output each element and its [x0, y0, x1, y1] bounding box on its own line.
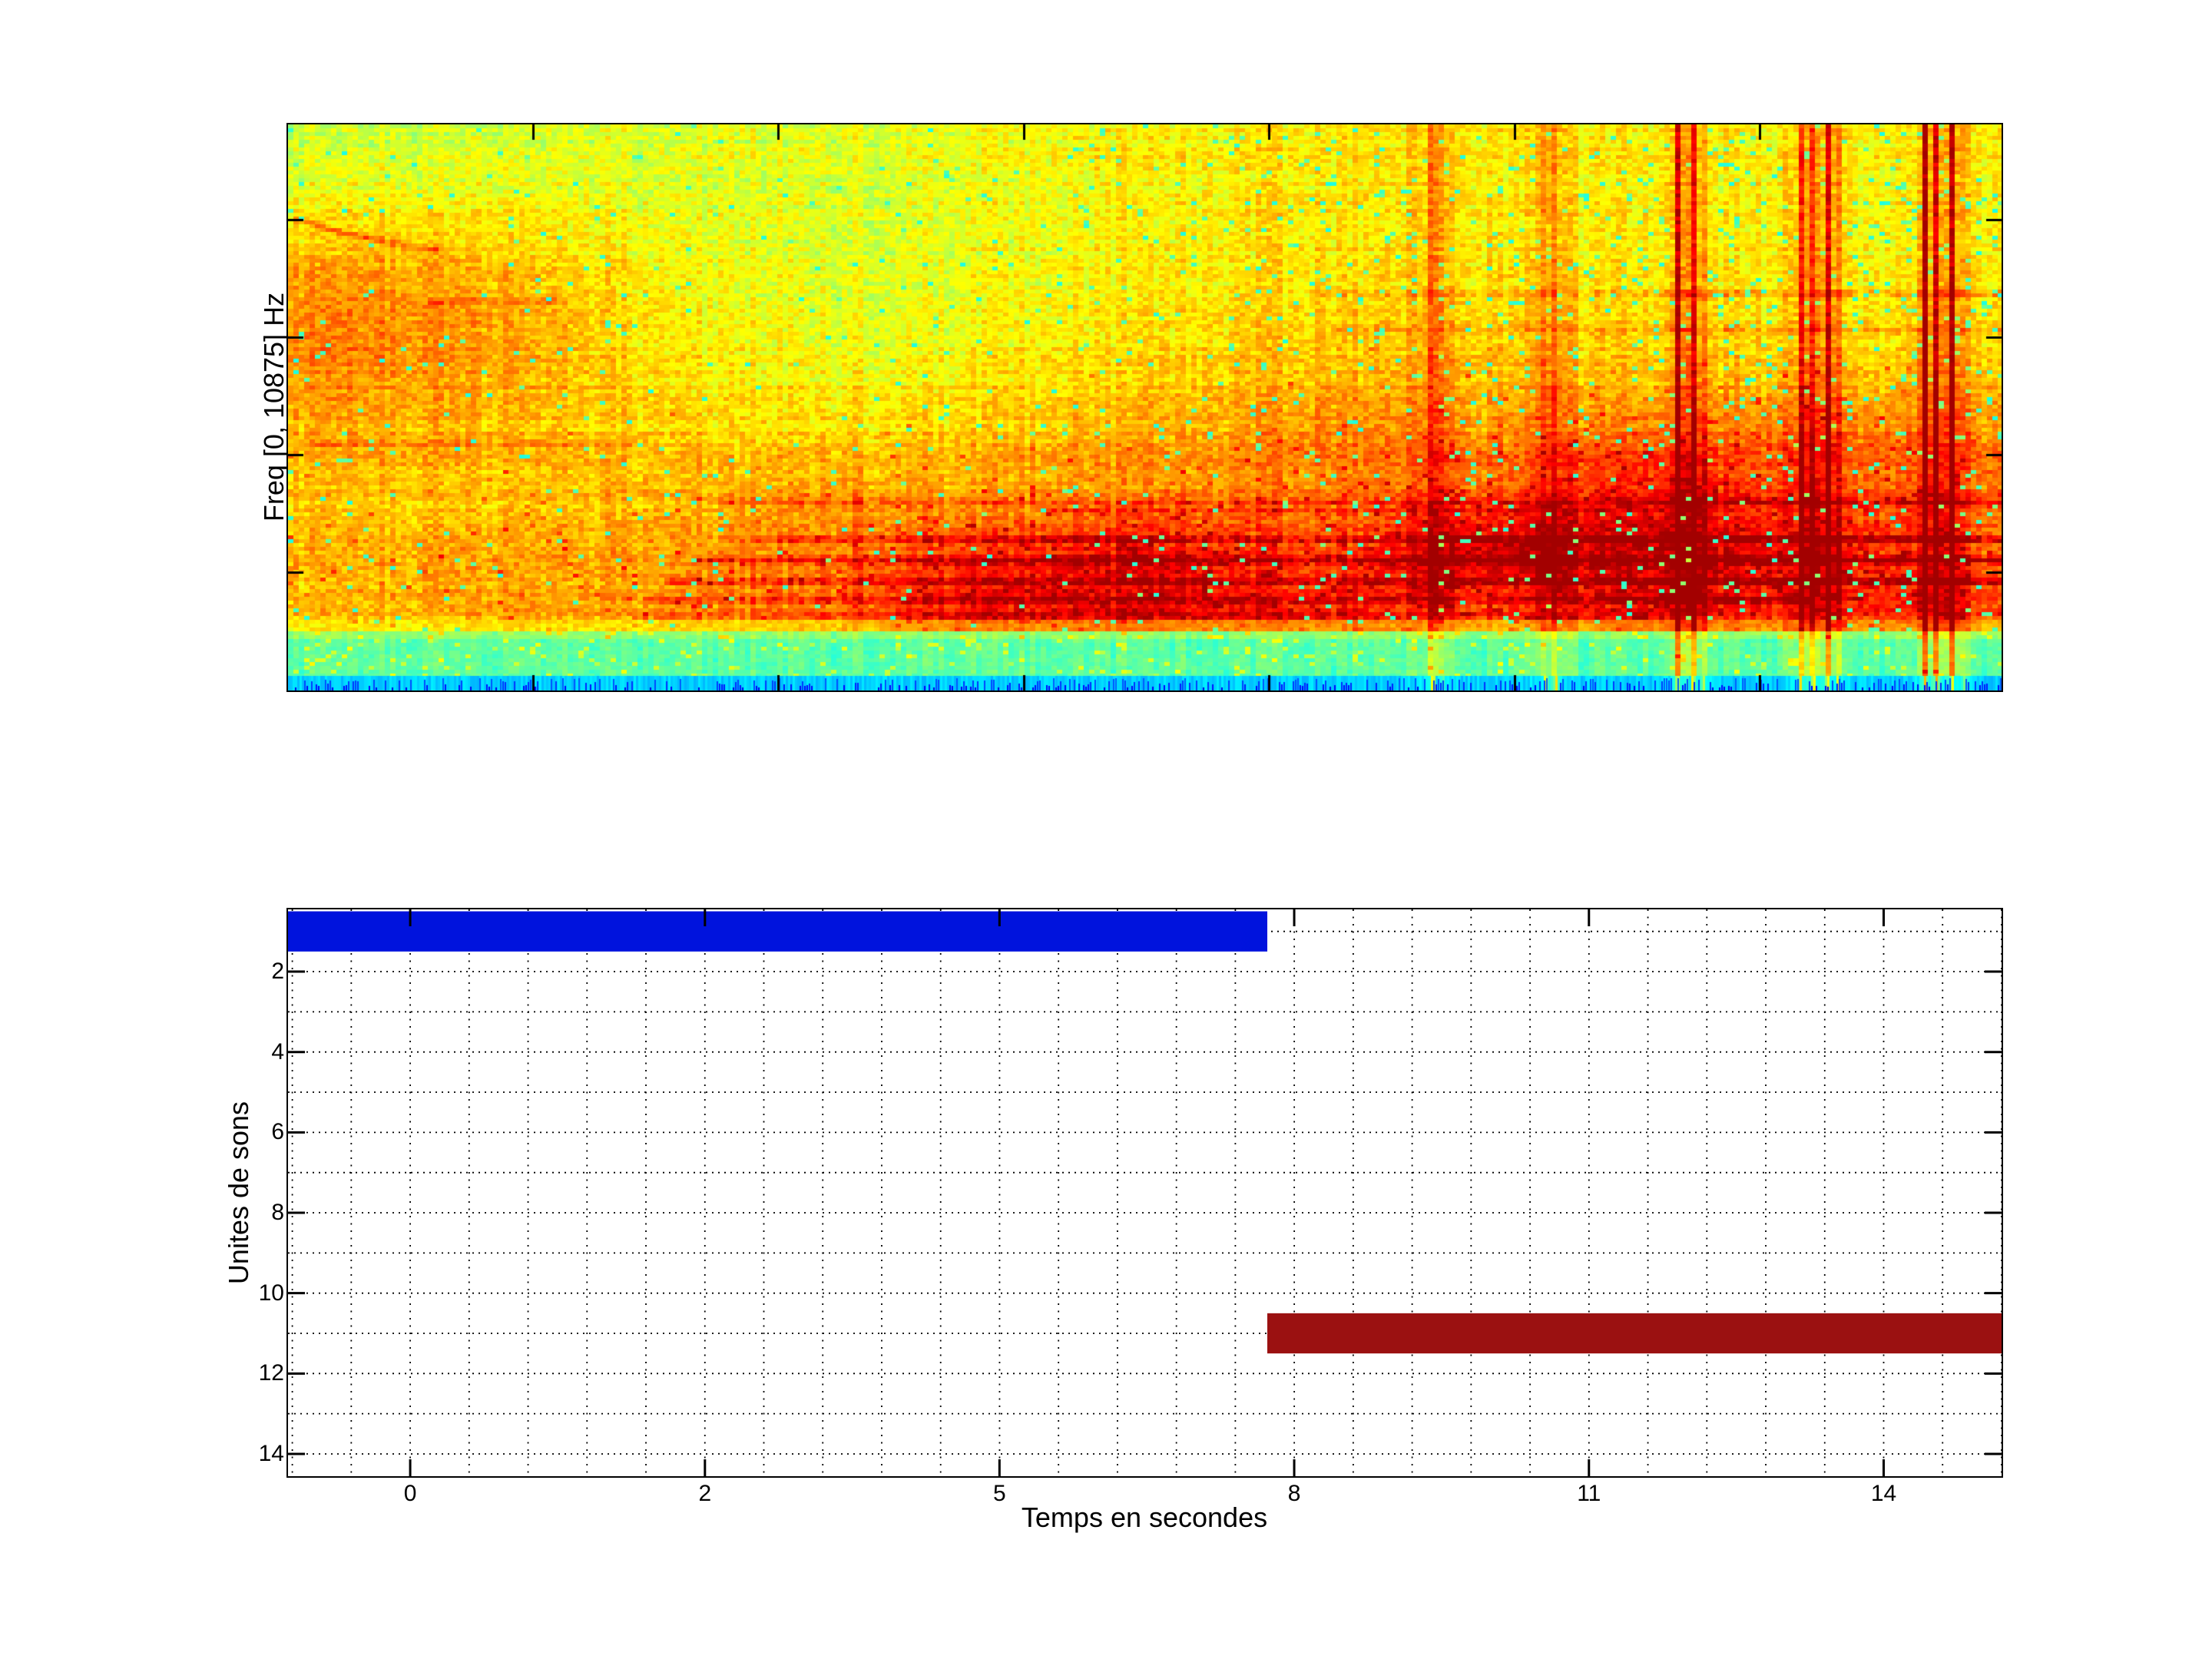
x-tick-label-5: 5: [953, 1482, 1045, 1505]
x-tick-label-8: 8: [1248, 1482, 1340, 1505]
bar-chart-ylabel: Unites de sons: [220, 962, 258, 1423]
x-tick-label-11: 11: [1543, 1482, 1635, 1505]
figure-canvas: Freq [0, 10875] Hz Unites de sons Temps …: [0, 0, 2212, 1659]
bar-chart-xlabel: Temps en secondes: [914, 1502, 1375, 1533]
bar-chart-plot: [288, 909, 2002, 1476]
x-tick-label-14: 14: [1838, 1482, 1930, 1505]
bar-chart-axes: [286, 908, 2003, 1478]
y-tick-label-10: 10: [220, 1280, 284, 1306]
y-tick-label-12: 12: [220, 1360, 284, 1386]
y-tick-label-2: 2: [220, 959, 284, 985]
y-tick-label-8: 8: [220, 1200, 284, 1226]
y-tick-label-4: 4: [220, 1039, 284, 1065]
sound-unit-bar-11: [1267, 1313, 2002, 1353]
x-tick-label-2: 2: [659, 1482, 751, 1505]
x-tick-label-0: 0: [364, 1482, 456, 1505]
spectrogram-heatmap: [288, 124, 2002, 690]
y-tick-label-6: 6: [220, 1119, 284, 1145]
sound-unit-bar-1: [288, 912, 1267, 952]
y-tick-label-14: 14: [220, 1441, 284, 1467]
spectrogram-axes: [286, 123, 2003, 692]
